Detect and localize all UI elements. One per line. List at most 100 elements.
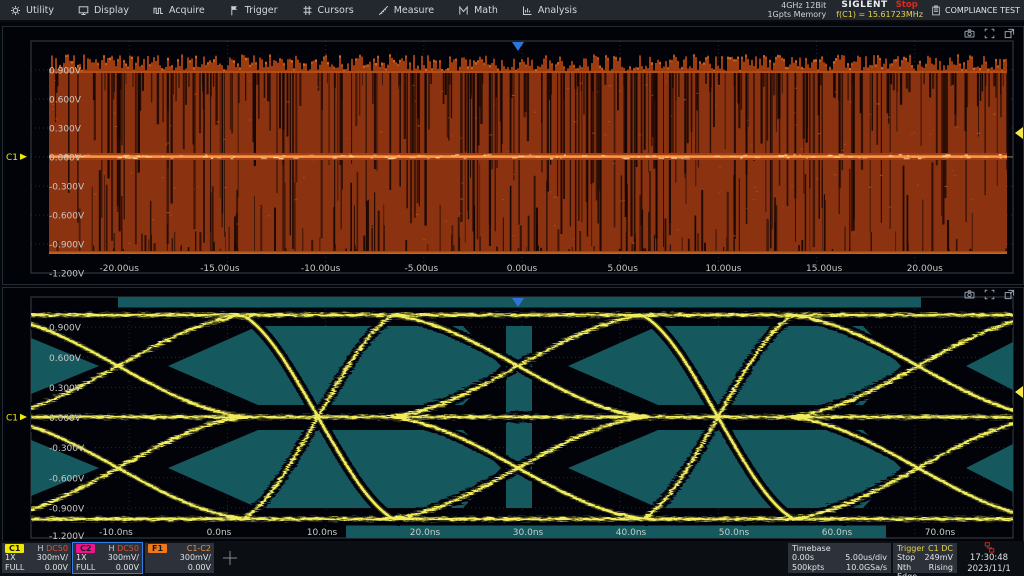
camera-icon[interactable] bbox=[964, 289, 975, 300]
svg-text:-10.0ns: -10.0ns bbox=[99, 528, 133, 538]
svg-text:0.000V: 0.000V bbox=[49, 154, 82, 164]
svg-text:-1.200V: -1.200V bbox=[49, 270, 85, 280]
window2-icons bbox=[964, 289, 1015, 300]
svg-text:0.600V: 0.600V bbox=[49, 354, 82, 364]
c1-attenuation: 1X bbox=[5, 553, 16, 562]
brand-logo: SIGLENT bbox=[841, 0, 887, 10]
svg-text:0.00us: 0.00us bbox=[507, 264, 538, 274]
svg-text:-0.300V: -0.300V bbox=[49, 444, 85, 454]
svg-text:C1: C1 bbox=[6, 414, 18, 424]
timebase-title: Timebase bbox=[792, 544, 831, 553]
camera-icon[interactable] bbox=[964, 28, 975, 39]
cursors-hash-icon bbox=[302, 5, 313, 16]
frequency-counter: f(C1) = 15.61723MHz bbox=[836, 10, 923, 20]
timebase-delay: 0.00s bbox=[792, 553, 814, 562]
menu-analysis[interactable]: Analysis bbox=[522, 0, 577, 20]
brand-block: SIGLENT Stop f(C1) = 15.61723MHz bbox=[836, 0, 923, 20]
svg-text:10.0ns: 10.0ns bbox=[307, 528, 338, 538]
menu-display[interactable]: Display bbox=[78, 0, 129, 20]
svg-text:0.300V: 0.300V bbox=[49, 384, 82, 394]
clock-block: 17:30:48 2023/11/1 bbox=[957, 542, 1021, 575]
svg-text:C1: C1 bbox=[6, 153, 18, 163]
channel-c1-box[interactable]: C1 H DC50 1X 300mV/ FULL 0.00V bbox=[2, 543, 71, 573]
trigger-title: Trigger bbox=[897, 544, 925, 553]
svg-text:20.00us: 20.00us bbox=[907, 264, 943, 274]
menu-utility[interactable]: Utility bbox=[10, 0, 54, 20]
c1-offset: 0.00V bbox=[45, 563, 68, 572]
menu-acquire[interactable]: Acquire bbox=[153, 0, 205, 20]
menu-utility-label: Utility bbox=[26, 5, 54, 16]
channel-c2-box[interactable]: C2 H DC50 1X 300mV/ FULL 0.00V bbox=[73, 543, 142, 573]
svg-text:-0.300V: -0.300V bbox=[49, 183, 85, 193]
c2-badge: C2 bbox=[76, 544, 95, 553]
svg-text:-1.200V: -1.200V bbox=[49, 532, 85, 541]
eye-diagram-window[interactable]: 0.900V0.600V0.300V0.000V-0.300V-0.600V-0… bbox=[2, 287, 1024, 542]
memory-label: 1Gpts Memory bbox=[767, 10, 826, 19]
svg-text:20.0ns: 20.0ns bbox=[410, 528, 441, 538]
channel-f1-box[interactable]: F1 C1-C2 300mV/ 0.00V bbox=[145, 543, 214, 573]
menu-math[interactable]: Math bbox=[458, 0, 498, 20]
acquisition-status[interactable]: Stop bbox=[896, 0, 918, 10]
compliance-test-button[interactable]: COMPLIANCE TEST bbox=[931, 5, 1020, 16]
trigger-level-marker[interactable] bbox=[1015, 386, 1023, 398]
compliance-test-label: COMPLIANCE TEST bbox=[945, 6, 1020, 15]
acquire-wave-icon bbox=[153, 5, 164, 16]
svg-text:0.000V: 0.000V bbox=[49, 414, 82, 424]
svg-text:15.00us: 15.00us bbox=[806, 264, 842, 274]
menu-math-label: Math bbox=[474, 5, 498, 16]
oscilloscope-app: Utility Display Acquire Trigger Cur bbox=[0, 0, 1024, 576]
trigger-box[interactable]: Trigger C1 DC Stop 249mV Nth Edge Rising bbox=[893, 543, 957, 573]
trigger-status: Stop bbox=[897, 553, 915, 562]
trigger-source: C1 DC bbox=[928, 544, 953, 553]
svg-text:0.900V: 0.900V bbox=[49, 324, 82, 334]
window1-icons bbox=[964, 28, 1015, 39]
c2-scale: 300mV/ bbox=[108, 553, 139, 562]
window-popout-icon[interactable] bbox=[1004, 28, 1015, 39]
scope-spec: 4GHz 12Bit 1Gpts Memory bbox=[767, 1, 826, 19]
eye-diagram-plot: 0.900V0.600V0.300V0.000V-0.300V-0.600V-0… bbox=[3, 288, 1023, 541]
menu-cursors[interactable]: Cursors bbox=[302, 0, 354, 20]
c2-offset: 0.00V bbox=[116, 563, 139, 572]
svg-text:-10.00us: -10.00us bbox=[301, 264, 341, 274]
measure-ruler-icon bbox=[378, 5, 389, 16]
lan-status-icon[interactable] bbox=[983, 542, 996, 553]
c2-coupling: DC50 bbox=[117, 544, 139, 553]
trigger-level: 249mV bbox=[924, 553, 953, 562]
main-waveform-trace bbox=[49, 54, 1013, 254]
menu-trigger[interactable]: Trigger bbox=[229, 0, 278, 20]
svg-text:-5.00us: -5.00us bbox=[404, 264, 438, 274]
flag-icon bbox=[229, 5, 240, 16]
timebase-box[interactable]: Timebase 0.00s 5.00us/div 500kpts 10.0GS… bbox=[788, 543, 891, 573]
svg-text:30.0ns: 30.0ns bbox=[513, 528, 544, 538]
timebase-points: 500kpts bbox=[792, 563, 824, 572]
c1-badge: C1 bbox=[5, 544, 24, 553]
main-waveform-window[interactable]: 0.900V0.600V0.300V0.000V-0.300V-0.600V-0… bbox=[2, 26, 1024, 285]
svg-text:5.00us: 5.00us bbox=[607, 264, 638, 274]
svg-text:-0.900V: -0.900V bbox=[49, 241, 85, 251]
svg-text:0.0ns: 0.0ns bbox=[207, 528, 232, 538]
svg-text:0.300V: 0.300V bbox=[49, 125, 82, 135]
trigger-type: Nth Edge bbox=[897, 563, 929, 576]
clipboard-icon bbox=[931, 5, 941, 16]
timebase-scale: 5.00us/div bbox=[845, 553, 887, 562]
clock-date: 2023/11/1 bbox=[957, 564, 1021, 575]
c1-scale: 300mV/ bbox=[37, 553, 68, 562]
f1-offset: 0.00V bbox=[188, 563, 211, 572]
c1-offset-marker[interactable]: C1 bbox=[6, 153, 27, 163]
menu-measure[interactable]: Measure bbox=[378, 0, 434, 20]
c1-offset-marker[interactable]: C1 bbox=[6, 414, 27, 424]
svg-text:0.600V: 0.600V bbox=[49, 96, 82, 106]
c2-attenuation: 1X bbox=[76, 553, 87, 562]
add-channel-icon[interactable] bbox=[222, 550, 238, 566]
c1-coupling-prefix: H bbox=[38, 544, 44, 553]
window-popout-icon[interactable] bbox=[1004, 289, 1015, 300]
maximize-icon[interactable] bbox=[984, 289, 995, 300]
trigger-level-marker[interactable] bbox=[1015, 127, 1023, 139]
svg-text:70.0ns: 70.0ns bbox=[925, 528, 956, 538]
svg-text:-20.00us: -20.00us bbox=[99, 264, 139, 274]
menu-trigger-label: Trigger bbox=[245, 5, 278, 16]
maximize-icon[interactable] bbox=[984, 28, 995, 39]
svg-text:50.0ns: 50.0ns bbox=[719, 528, 750, 538]
status-bar: C1 H DC50 1X 300mV/ FULL 0.00V C2 H DC50… bbox=[0, 541, 1024, 576]
math-m-icon bbox=[458, 5, 469, 16]
